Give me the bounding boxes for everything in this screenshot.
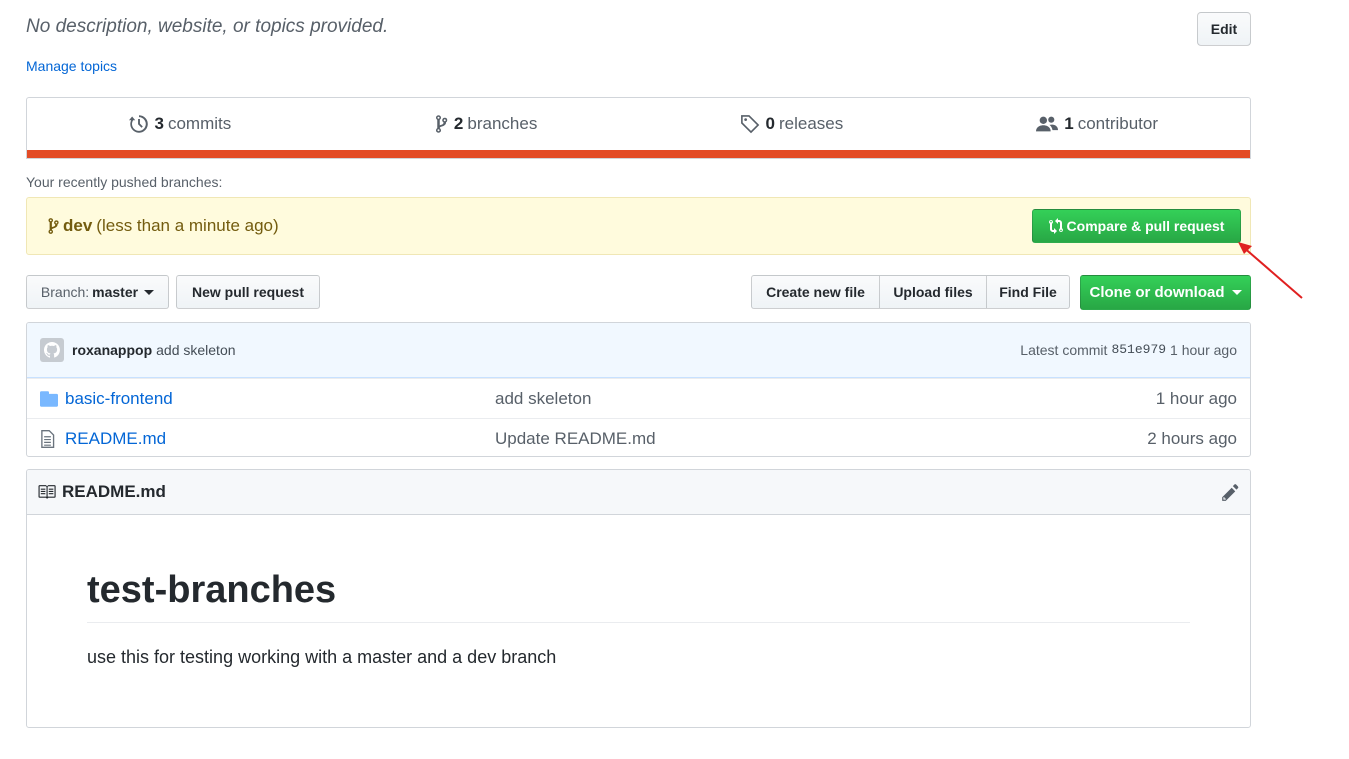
book-icon <box>38 485 56 499</box>
latest-commit-label: Latest commit <box>1020 342 1108 358</box>
branches-label: branches <box>467 114 538 133</box>
recent-branch-name[interactable]: dev <box>63 216 92 236</box>
readme-header: README.md <box>27 470 1250 515</box>
github-octocat-icon <box>44 342 60 358</box>
file-text-icon <box>40 429 58 448</box>
file-name-link[interactable]: README.md <box>65 429 495 449</box>
pencil-icon[interactable] <box>1221 483 1240 502</box>
readme-box: README.md test-branches use this for tes… <box>26 469 1251 728</box>
numbers-summary: 3 commits 2 branches 0 releases 1 contri… <box>26 97 1251 159</box>
clone-download-label: Clone or download <box>1089 284 1225 301</box>
releases-count: 0 <box>765 114 775 133</box>
recent-branches-label: Your recently pushed branches: <box>26 174 223 190</box>
clone-download-button[interactable]: Clone or download <box>1080 275 1251 310</box>
readme-heading: test-branches <box>87 569 1190 623</box>
commits-summary-link[interactable]: 3 commits <box>27 98 333 150</box>
history-icon <box>128 115 148 133</box>
edit-button[interactable]: Edit <box>1197 12 1251 46</box>
manage-topics-link[interactable]: Manage topics <box>26 58 117 74</box>
contributors-summary-link[interactable]: 1 contributor <box>944 98 1250 150</box>
create-new-file-button[interactable]: Create new file <box>751 275 880 309</box>
recent-branch-time: (less than a minute ago) <box>96 216 279 235</box>
contributors-label: contributor <box>1077 114 1159 133</box>
readme-content: test-branches use this for testing worki… <box>27 569 1250 668</box>
releases-label: releases <box>778 114 844 133</box>
branch-select-value: master <box>92 284 139 300</box>
releases-summary-link[interactable]: 0 releases <box>639 98 945 150</box>
avatar[interactable] <box>40 338 64 362</box>
folder-icon <box>40 390 58 407</box>
recent-branch-info: dev (less than a minute ago) <box>47 216 279 236</box>
git-branch-icon <box>435 115 448 133</box>
file-actions-group: Create new file Upload files Find File <box>751 275 1070 309</box>
branches-summary-link[interactable]: 2 branches <box>333 98 639 150</box>
git-branch-icon <box>48 218 59 234</box>
tag-icon <box>740 115 759 134</box>
commits-label: commits <box>167 114 232 133</box>
chevron-down-icon <box>144 289 155 295</box>
find-file-button[interactable]: Find File <box>987 275 1070 309</box>
compare-pull-request-label: Compare & pull request <box>1066 218 1225 234</box>
file-commit-message[interactable]: add skeleton <box>495 389 591 409</box>
readme-paragraph: use this for testing working with a mast… <box>87 647 557 667</box>
file-navigation: roxanappop add skeleton Latest commit 85… <box>26 322 1251 457</box>
commits-count: 3 <box>154 114 164 133</box>
file-age: 1 hour ago <box>1155 388 1237 408</box>
contributors-count: 1 <box>1064 114 1074 133</box>
compare-pull-request-button[interactable]: Compare & pull request <box>1032 209 1241 243</box>
branch-select-button[interactable]: Branch: master <box>26 275 169 309</box>
branch-select-prefix: Branch: <box>40 284 90 300</box>
commit-author[interactable]: roxanappop <box>72 342 152 358</box>
new-pull-request-button[interactable]: New pull request <box>176 275 320 309</box>
repo-description: No description, website, or topics provi… <box>26 16 389 37</box>
chevron-down-icon <box>1231 290 1242 295</box>
recent-branch-banner: dev (less than a minute ago) Compare & p… <box>26 197 1251 255</box>
commit-message[interactable]: add skeleton <box>156 342 235 358</box>
file-row: README.md Update README.md 2 hours ago <box>27 418 1250 456</box>
git-compare-icon <box>1048 218 1063 234</box>
file-age: 2 hours ago <box>1147 428 1237 448</box>
file-commit-message[interactable]: Update README.md <box>495 429 656 449</box>
file-name-link[interactable]: basic-frontend <box>65 389 495 409</box>
latest-commit-info: Latest commit 851e979 1 hour ago <box>1020 342 1237 358</box>
readme-filename: README.md <box>62 482 166 501</box>
file-row: basic-frontend add skeleton 1 hour ago <box>27 378 1250 418</box>
branches-count: 2 <box>453 114 464 133</box>
commit-age: 1 hour ago <box>1170 342 1237 358</box>
commit-tease: roxanappop add skeleton Latest commit 85… <box>27 323 1250 378</box>
language-bar[interactable] <box>27 150 1250 158</box>
upload-files-button[interactable]: Upload files <box>880 275 987 309</box>
people-icon <box>1036 116 1059 132</box>
commit-sha-link[interactable]: 851e979 <box>1111 342 1166 358</box>
